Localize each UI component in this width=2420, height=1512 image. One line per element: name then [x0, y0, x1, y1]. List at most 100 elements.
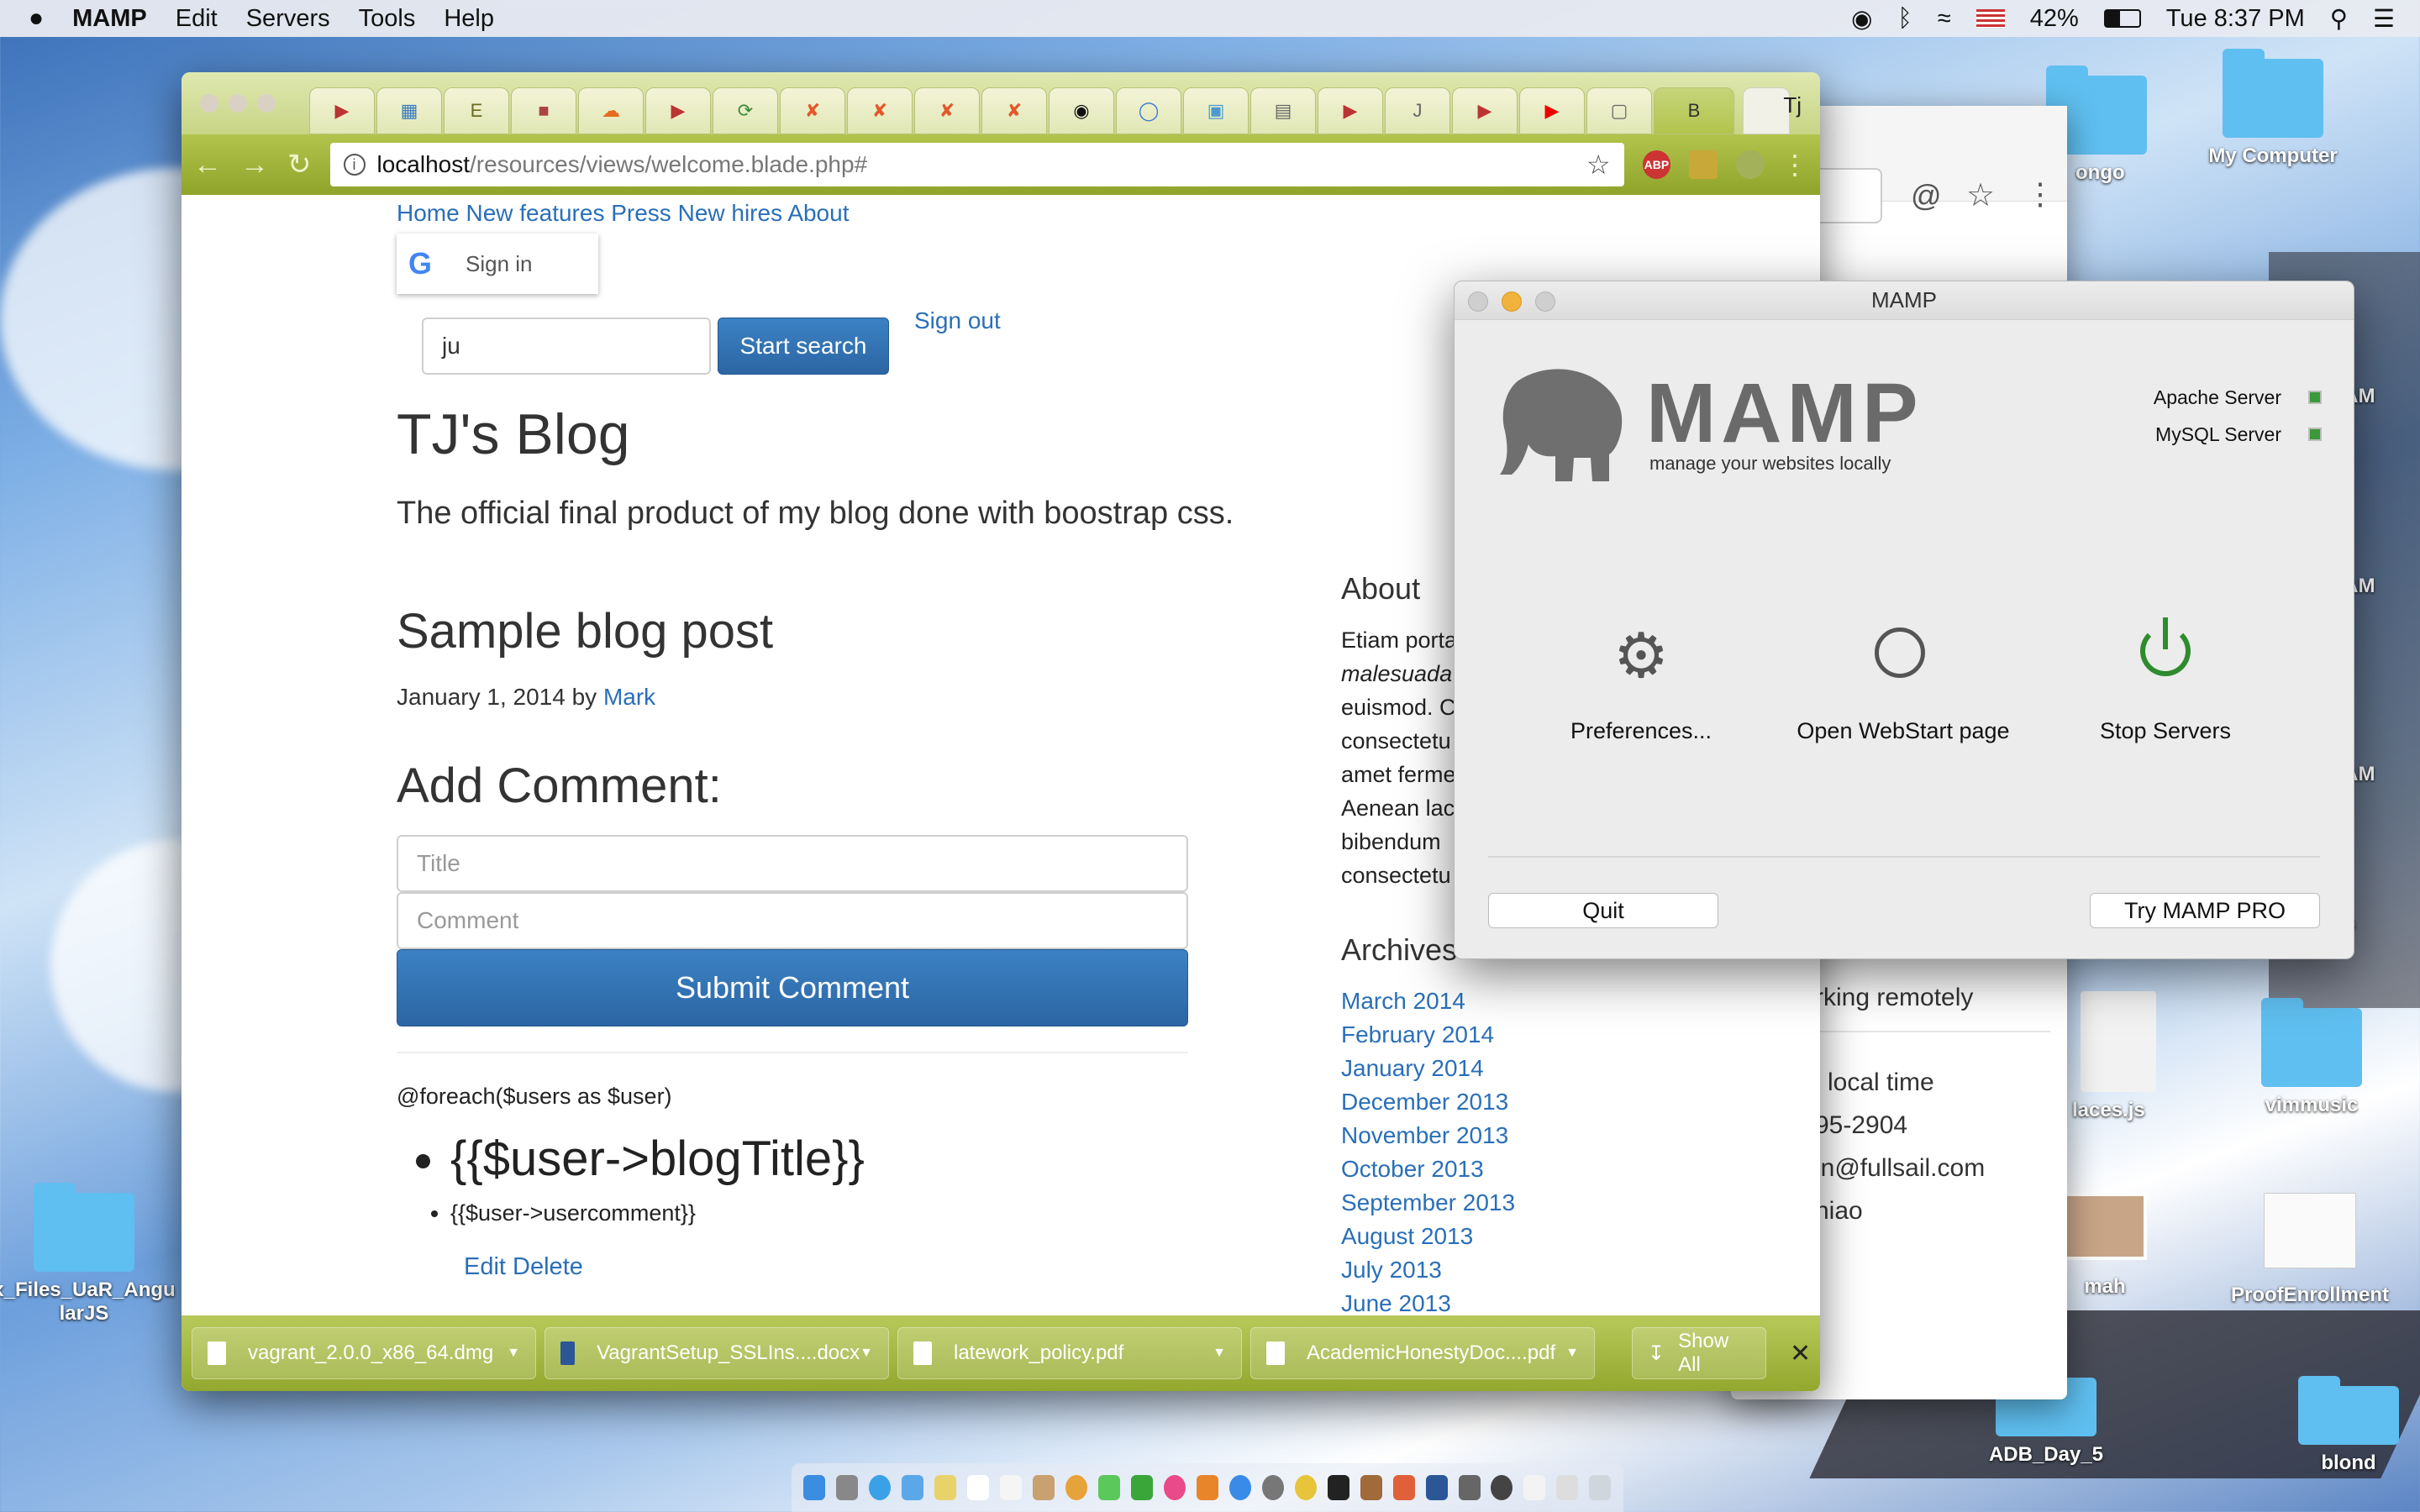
clock[interactable]: Tue 8:37 PM	[2166, 5, 2305, 33]
system-preferences-icon[interactable]	[1261, 1475, 1284, 1500]
preferences-button[interactable]: Preferences...	[1515, 718, 1767, 744]
mail-icon[interactable]	[902, 1475, 924, 1500]
ibooks-icon[interactable]	[1196, 1475, 1218, 1500]
signout-link[interactable]: Sign out	[914, 307, 1001, 334]
tab-evernote[interactable]: E	[444, 87, 509, 134]
menu-servers[interactable]: Servers	[246, 5, 330, 33]
download-menu-icon[interactable]: ▼	[1213, 1346, 1226, 1361]
messages-icon[interactable]	[1098, 1475, 1121, 1500]
mamp-window[interactable]: MAMP MAMP manage your websites locally A…	[1454, 281, 2354, 959]
edit-link[interactable]: Edit	[464, 1253, 506, 1280]
tab-doc[interactable]: ▤	[1250, 87, 1316, 134]
title-input[interactable]: Title	[397, 835, 1188, 892]
download-menu-icon[interactable]: ▼	[860, 1346, 873, 1361]
download-item[interactable]: vagrant_2.0.0_x86_64.dmg ▼	[192, 1327, 536, 1379]
chrome-icon[interactable]	[1294, 1475, 1317, 1500]
menu-edit[interactable]: Edit	[176, 5, 218, 33]
trash-icon[interactable]	[1589, 1475, 1612, 1500]
nav-press[interactable]: Press	[611, 200, 671, 226]
battery-icon[interactable]	[2103, 9, 2141, 28]
minimize-window-icon[interactable]	[229, 94, 247, 113]
word-icon[interactable]	[1425, 1475, 1448, 1500]
tab-youtube-3[interactable]: ▶	[1318, 87, 1383, 134]
bookmark-star-icon[interactable]: ☆	[1586, 149, 1611, 181]
zoom-window-icon[interactable]	[1535, 291, 1555, 312]
tab-shop[interactable]: ■	[511, 87, 576, 134]
input-flag-icon[interactable]	[1975, 9, 2005, 28]
archive-link[interactable]: March 2014	[1341, 988, 1465, 1014]
show-all-downloads-button[interactable]: ↧ Show All	[1632, 1327, 1766, 1379]
address-bar[interactable]: i localhost/resources/views/welcome.blad…	[329, 143, 1624, 186]
archive-link[interactable]: August 2013	[1341, 1223, 1473, 1249]
menu-help[interactable]: Help	[444, 5, 494, 33]
quit-button[interactable]: Quit	[1488, 893, 1718, 928]
google-signin-button[interactable]: G Sign in	[397, 234, 598, 294]
download-item[interactable]: latework_policy.pdf ▼	[897, 1327, 1242, 1379]
facetime-icon[interactable]	[1131, 1475, 1153, 1500]
tab-google[interactable]: ◯	[1116, 87, 1181, 134]
nav-new-features[interactable]: New features	[466, 200, 604, 226]
tab-site[interactable]: ▣	[1183, 87, 1249, 134]
photos-icon[interactable]	[1065, 1475, 1088, 1500]
info-icon[interactable]: i	[343, 154, 366, 176]
reminders-icon[interactable]	[1000, 1475, 1023, 1500]
desktop-icon-vimmusic[interactable]: vimmusic	[2215, 998, 2408, 1117]
minimize-window-icon[interactable]	[1502, 291, 1522, 312]
post-author-link[interactable]: Mark	[603, 684, 655, 710]
apple-menu-icon[interactable]: ●	[29, 4, 44, 33]
archive-link[interactable]: December 2013	[1341, 1089, 1508, 1115]
delete-link[interactable]: Delete	[513, 1253, 583, 1280]
sublime-icon[interactable]	[1392, 1475, 1415, 1500]
close-window-icon[interactable]	[1468, 291, 1488, 312]
tab-green[interactable]: ⟳	[713, 87, 778, 134]
notification-center-icon[interactable]: ☰	[2373, 4, 2395, 34]
app-menu-mamp[interactable]: MAMP	[72, 5, 147, 33]
comment-input[interactable]: Comment	[397, 892, 1188, 949]
spotlight-search-icon[interactable]: ⚲	[2330, 4, 2348, 34]
battery-percent[interactable]: 42%	[2030, 5, 2079, 33]
safari-icon[interactable]	[869, 1475, 892, 1500]
try-mamp-pro-button[interactable]: Try MAMP PRO	[2090, 893, 2320, 928]
archive-link[interactable]: February 2014	[1341, 1021, 1494, 1047]
forward-arrow-icon[interactable]: →	[240, 149, 269, 181]
desktop-icon-blond[interactable]: blond	[2252, 1376, 2420, 1475]
reload-icon[interactable]: ↻	[287, 148, 312, 181]
download-menu-icon[interactable]: ▼	[1565, 1346, 1579, 1361]
desktop-icon-proofenrollment[interactable]: ProofEnrollment	[2213, 1193, 2407, 1307]
zoom-window-icon[interactable]	[257, 94, 276, 113]
download-item[interactable]: AcademicHonestyDoc....pdf ▼	[1250, 1327, 1595, 1379]
calendar-icon[interactable]	[967, 1475, 990, 1500]
globe-webstart-icon[interactable]	[1875, 627, 1925, 678]
stop-servers-button[interactable]: Stop Servers	[2039, 718, 2291, 744]
tab-j[interactable]: J	[1385, 87, 1450, 134]
adblock-plus-icon[interactable]: ABP	[1642, 150, 1671, 179]
start-search-button[interactable]: Start search	[718, 318, 889, 375]
notes-icon[interactable]	[934, 1475, 957, 1500]
tab-youtube-5[interactable]: ▶	[1519, 87, 1585, 134]
bluetooth-icon[interactable]: ᛒ	[1897, 5, 1912, 33]
desktop-icon-files-angularjs[interactable]: x_Files_UaR_Angu larJS	[0, 1183, 185, 1326]
submit-comment-button[interactable]: Submit Comment	[397, 949, 1188, 1026]
tab-swift-1[interactable]: ✘	[780, 87, 845, 134]
back-arrow-icon[interactable]: ←	[193, 149, 222, 181]
archive-link[interactable]: October 2013	[1341, 1156, 1484, 1182]
open-webstart-button[interactable]: Open WebStart page	[1777, 718, 2029, 744]
download-menu-icon[interactable]: ▼	[507, 1346, 520, 1361]
tab-github[interactable]: ◉	[1049, 87, 1114, 134]
app-icon[interactable]	[1360, 1475, 1382, 1500]
mamp-icon[interactable]	[1458, 1475, 1481, 1500]
close-window-icon[interactable]	[200, 94, 218, 113]
tab-youtube[interactable]: ▶	[309, 87, 375, 134]
extension-icon[interactable]	[1689, 150, 1718, 179]
chrome-menu-icon[interactable]: ⋮	[1781, 149, 1808, 181]
search-input[interactable]: ju	[422, 318, 711, 375]
nav-home[interactable]: Home	[397, 200, 460, 226]
app-store-icon[interactable]	[1228, 1475, 1251, 1500]
launchpad-icon[interactable]	[836, 1475, 859, 1500]
at-icon[interactable]: @	[1911, 178, 1942, 213]
tab-swift-3[interactable]: ✘	[914, 87, 980, 134]
bookmark-star-icon[interactable]: ☆	[1966, 176, 1995, 214]
archive-link[interactable]: September 2013	[1341, 1189, 1515, 1215]
menu-tools[interactable]: Tools	[359, 5, 416, 33]
extension-2-icon[interactable]	[1736, 150, 1765, 179]
